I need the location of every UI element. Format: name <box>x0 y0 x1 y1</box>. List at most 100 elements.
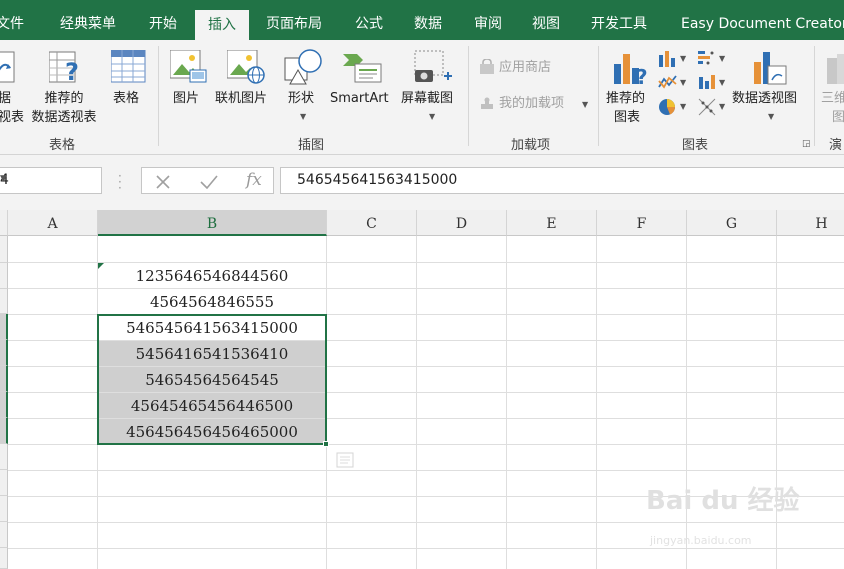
ribbon-tab-bar: 文件 经典菜单 开始 插入 页面布局 公式 数据 审阅 视图 开发工具 Easy… <box>0 0 844 40</box>
online-picture-icon <box>227 50 265 84</box>
formula-input[interactable]: 546545641563415000 <box>280 167 844 194</box>
fill-handle[interactable] <box>323 441 329 447</box>
row-header[interactable] <box>0 340 8 366</box>
gridline <box>416 236 417 569</box>
gridline <box>8 470 844 471</box>
cell-b[interactable]: 1235646546844560 <box>98 263 326 288</box>
formula-value: 546545641563415000 <box>297 172 458 188</box>
watermark-url: jingyan.baidu.com <box>650 534 752 547</box>
selection-border <box>97 314 327 445</box>
column-header-g[interactable]: G <box>687 210 777 236</box>
row-header[interactable] <box>0 392 8 418</box>
column-header-f[interactable]: F <box>597 210 687 236</box>
cell-b[interactable]: 4564564846555 <box>98 289 326 314</box>
column-header-c[interactable]: C <box>327 210 417 236</box>
group-label-tables: 表格 <box>49 138 76 153</box>
row-header[interactable] <box>0 548 8 569</box>
tab-formulas[interactable]: 公式 <box>355 0 383 40</box>
store-icon <box>480 59 494 74</box>
name-box-dropdown-icon[interactable]: ▼ <box>0 174 95 184</box>
shapes-dropdown-icon: ▼ <box>300 112 307 121</box>
tab-insert[interactable]: 插入 <box>195 10 249 40</box>
screenshot-icon <box>414 50 452 82</box>
row-header[interactable] <box>0 496 8 522</box>
pictures-label: 图片 <box>173 91 200 106</box>
statistic-chart-icon <box>699 75 715 89</box>
pivot-chart-icon <box>754 52 787 85</box>
formula-bar: 4 ▼ · · · fx 546545641563415000 <box>0 155 844 210</box>
my-addins-dropdown-icon: ▼ <box>582 100 589 109</box>
tab-home[interactable]: 开始 <box>149 0 177 40</box>
pie-chart-dropdown-icon: ▼ <box>680 102 687 111</box>
group-label-illustrations: 插图 <box>298 138 325 153</box>
select-all-corner[interactable] <box>0 210 8 236</box>
gridline <box>776 236 777 569</box>
watermark-logo: Bai du 经验 <box>646 486 800 516</box>
shapes-label: 形状 <box>288 91 315 106</box>
my-addins-label: 我的加载项 <box>499 96 565 111</box>
line-chart-dropdown-icon: ▼ <box>680 78 687 87</box>
picture-icon <box>170 50 207 83</box>
screenshot-label: 屏幕截图 <box>401 91 454 106</box>
stat-chart-dropdown-icon: ▼ <box>719 78 726 87</box>
recommended-charts-label-2: 图表 <box>614 110 641 125</box>
recommended-pivot-label-1: 推荐的 <box>44 91 84 106</box>
row-header[interactable] <box>0 236 8 263</box>
row-header[interactable] <box>0 263 8 289</box>
gridline <box>8 522 844 523</box>
recommended-pivot-label-2: 数据透视表 <box>31 110 97 125</box>
column-header-b[interactable]: B <box>98 210 327 236</box>
shapes-icon <box>284 49 322 85</box>
cell-b[interactable] <box>98 237 326 262</box>
tab-review[interactable]: 审阅 <box>474 0 502 40</box>
pivot-chart-label: 数据透视图 <box>732 91 798 106</box>
svg-text:?: ? <box>636 65 648 86</box>
enter-icon[interactable] <box>200 175 218 189</box>
row-header[interactable] <box>0 314 8 340</box>
insert-function-icon[interactable]: fx <box>246 170 262 190</box>
tab-data[interactable]: 数据 <box>414 0 442 40</box>
tab-classic-menu[interactable]: 经典菜单 <box>60 0 116 40</box>
column-chart-icon <box>659 51 675 67</box>
store-label: 应用商店 <box>499 60 552 75</box>
charts-dialog-launcher-icon[interactable]: ◲ <box>802 139 811 149</box>
pie-chart-icon <box>659 99 676 115</box>
row-header[interactable] <box>0 289 8 314</box>
tab-view[interactable]: 视图 <box>532 0 560 40</box>
column-header-a[interactable]: A <box>8 210 98 236</box>
row-header[interactable] <box>0 366 8 392</box>
column-header-d[interactable]: D <box>417 210 507 236</box>
pivot-table-label-1: 据 <box>0 91 12 106</box>
cancel-icon[interactable] <box>156 175 170 189</box>
name-box[interactable]: 4 ▼ <box>0 167 102 194</box>
tab-page-layout[interactable]: 页面布局 <box>266 0 322 40</box>
bar-chart-dropdown-icon: ▼ <box>719 54 726 63</box>
row-header[interactable] <box>0 418 8 444</box>
line-chart-icon <box>658 75 677 89</box>
error-indicator-icon[interactable] <box>98 263 104 269</box>
gridline <box>596 236 597 569</box>
group-separator <box>814 46 815 146</box>
online-pictures-label: 联机图片 <box>215 91 268 106</box>
group-separator <box>468 46 469 146</box>
formula-controls: fx <box>141 167 274 194</box>
tab-developer[interactable]: 开发工具 <box>591 0 647 40</box>
3d-map-label-1: 三维 <box>821 91 844 106</box>
tab-file[interactable]: 文件 <box>0 0 24 40</box>
ribbon-insert: 据 视表 ? 推荐的 数据透视表 表格 表格 图片 联机图片 形状 ▼ Smar… <box>0 40 844 155</box>
row-header[interactable] <box>0 444 8 470</box>
pivot-table-label-2: 视表 <box>0 110 25 125</box>
tab-easy-document-creator[interactable]: Easy Document Creator <box>681 0 844 40</box>
group-label-charts: 图表 <box>682 138 709 153</box>
my-addins-icon <box>481 97 493 109</box>
row-header[interactable] <box>0 522 8 548</box>
formula-bar-resize-handle[interactable]: · · · <box>118 170 122 194</box>
row-header[interactable] <box>0 470 8 496</box>
gridline <box>8 548 844 549</box>
column-header-h[interactable]: H <box>777 210 844 236</box>
quick-analysis-icon[interactable] <box>336 452 354 468</box>
column-header-e[interactable]: E <box>507 210 597 236</box>
scatter-chart-icon <box>698 98 716 116</box>
group-label-addins: 加载项 <box>511 138 551 153</box>
scatter-chart-dropdown-icon: ▼ <box>719 102 726 111</box>
